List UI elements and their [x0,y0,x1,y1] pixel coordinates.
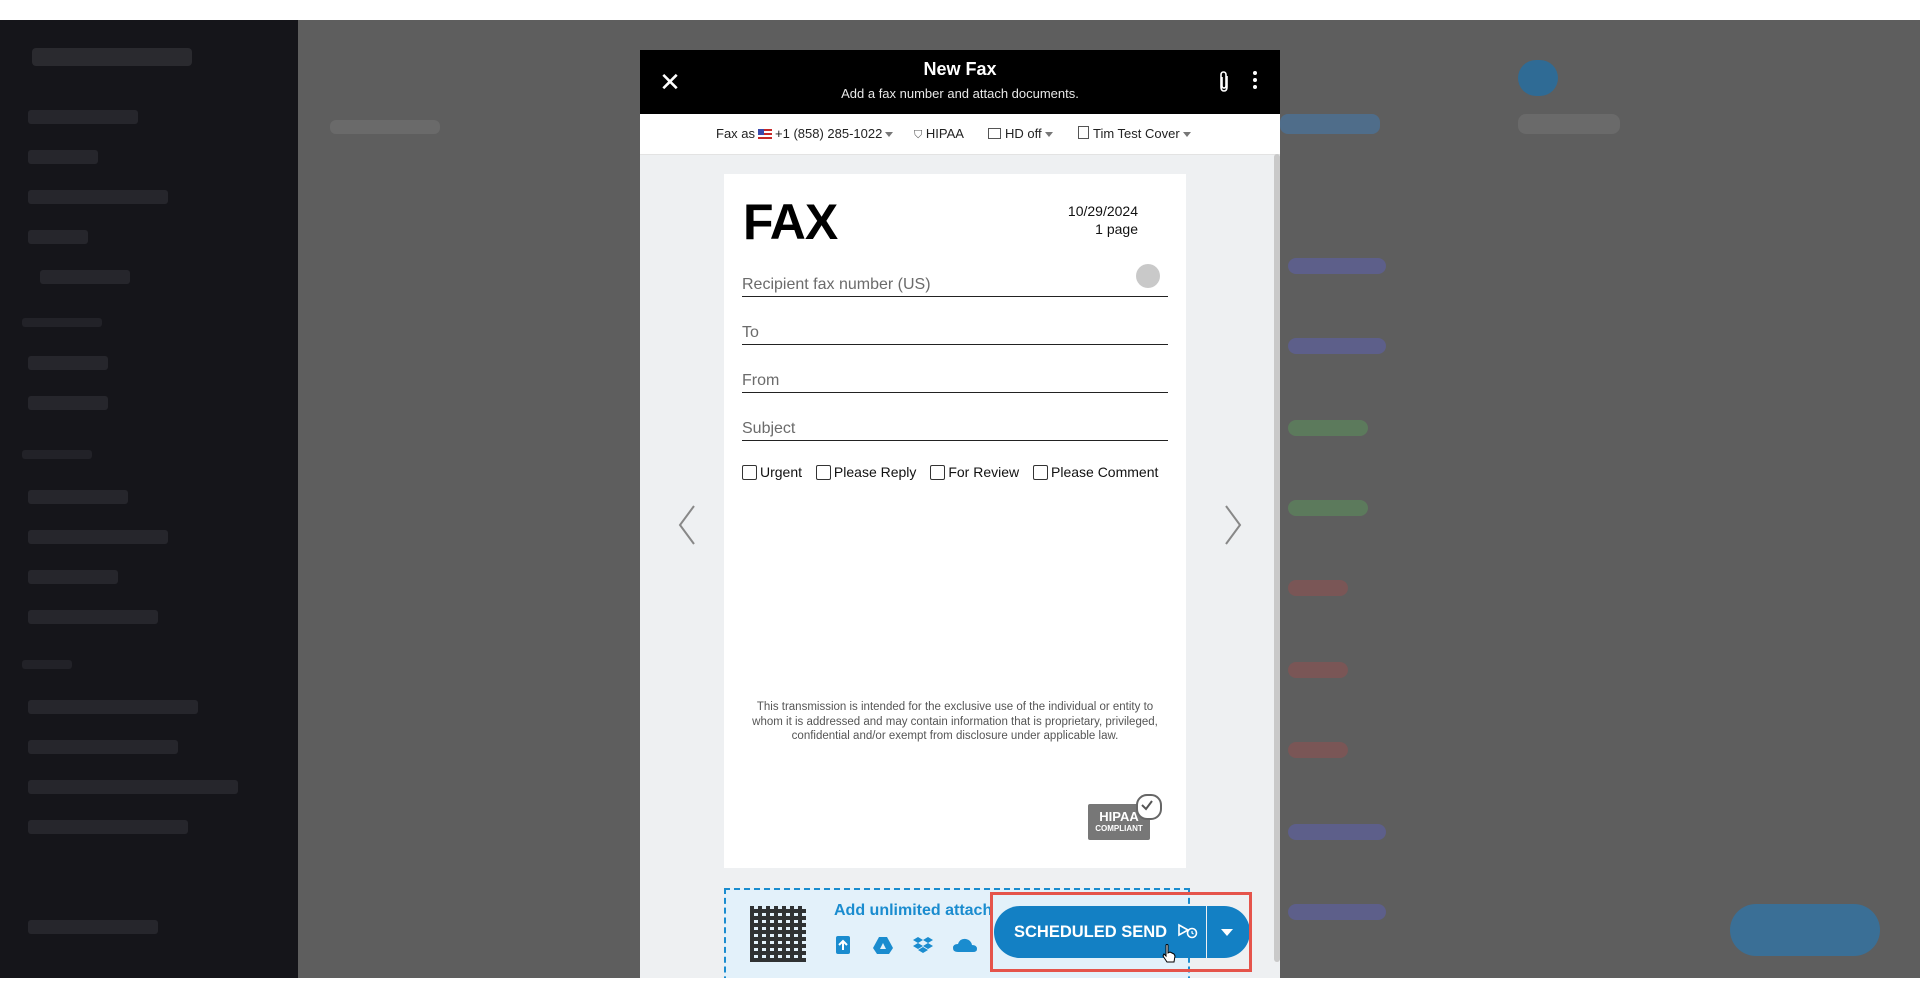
subject-field [742,414,1168,441]
urgent-checkbox[interactable]: Urgent [742,464,802,480]
new-fax-modal: ✕ New Fax Add a fax number and attach do… [640,50,1280,978]
shield-icon: ⛉ [914,129,923,141]
content-placeholder [1520,114,1620,134]
sidebar-logo [32,48,192,66]
sidebar-item [28,356,108,370]
content-placeholder [1288,580,1348,596]
dropbox-icon[interactable] [912,934,934,956]
content-placeholder [1288,904,1386,920]
content-placeholder [1288,258,1386,274]
hipaa-compliant-badge: HIPAA COMPLIANT [1088,794,1162,840]
attachment-label: Add unlimited attach [834,902,993,919]
hd-label: HD off [1005,126,1042,141]
hipaa-toggle[interactable]: ⛉ HIPAA [914,126,964,142]
content-placeholder [1288,662,1348,678]
confidentiality-disclaimer: This transmission is intended for the ex… [752,701,1158,742]
subject-input[interactable] [742,420,1142,438]
cover-checkboxes: Urgent Please Reply For Review Please Co… [742,464,1182,480]
sidebar-section [22,318,102,327]
from-input[interactable] [742,372,1142,390]
sidebar-item [28,820,188,834]
to-input[interactable] [742,324,1142,342]
avatar [1518,60,1558,96]
please-comment-checkbox[interactable]: Please Comment [1033,464,1158,480]
content-placeholder [1288,420,1368,436]
cover-page-icon [1078,126,1089,139]
please-reply-checkbox[interactable]: Please Reply [815,464,917,480]
sidebar-item [40,270,130,284]
cover-page-count: 1 page [1095,221,1138,237]
sidebar-item [28,190,168,204]
chevron-down-icon [1044,132,1053,138]
content-placeholder [1288,742,1348,758]
sidebar-item [28,610,158,624]
sidebar-item [28,780,238,794]
us-flag-icon [758,129,773,139]
chevron-down-icon [885,132,894,138]
fax-as-label: Fax as [716,126,756,141]
hipaa-label: HIPAA [925,126,964,141]
sidebar-item [28,740,178,754]
checkbox-box[interactable] [742,465,757,480]
sidebar-section [22,450,92,459]
fax-as-number: +1 (858) 285-1022 [775,126,883,141]
checkbox-box[interactable] [815,465,831,480]
qr-code-icon[interactable] [750,906,806,962]
fax-as-selector[interactable]: Fax as +1 (858) 285-1022 [716,126,894,141]
modal-scrollbar[interactable] [1274,154,1280,962]
modal-title: New Fax [923,59,997,79]
sidebar-item [28,150,98,164]
checkbox-label: Please Comment [1051,464,1159,480]
check-circle-icon [1136,794,1162,820]
sidebar [0,20,298,978]
content-placeholder [1280,114,1380,134]
sidebar-item [28,230,88,244]
onedrive-icon[interactable] [952,934,978,956]
checkbox-label: Urgent [760,464,803,480]
sidebar-item [28,396,108,410]
modal-subtitle: Add a fax number and attach documents. [841,86,1079,101]
fax-logo: FAX [743,194,838,250]
badge-line-2: COMPLIANT [1095,824,1143,833]
google-drive-icon[interactable] [872,934,894,956]
content-placeholder [1288,824,1386,840]
hd-icon [988,128,1001,139]
checkbox-label: Please Reply [833,464,917,480]
previous-page-arrow-icon[interactable] [672,500,702,550]
content-placeholder [1288,500,1368,516]
sidebar-section [22,660,72,669]
cover-date: 10/29/2024 [1067,203,1138,219]
sidebar-item [28,530,168,544]
contacts-icon[interactable] [1136,264,1160,288]
paperclip-icon[interactable] [1214,70,1234,94]
sidebar-item [28,110,138,124]
content-placeholder [1288,338,1386,354]
cover-page-selector[interactable]: Tim Test Cover [1078,126,1191,141]
checkbox-box[interactable] [930,465,946,480]
hd-selector[interactable]: HD off [988,126,1053,141]
checkbox-label: For Review [948,464,1020,480]
to-field [742,318,1168,345]
fab-dimmed [1730,904,1880,956]
recipient-fax-field [742,264,1168,297]
sidebar-item [28,570,118,584]
sidebar-item [28,700,198,714]
from-field [742,366,1168,393]
upload-icon[interactable] [832,934,854,956]
fax-options-toolbar: Fax as +1 (858) 285-1022 ⛉ HIPAA HD off T… [640,114,1280,155]
cover-page-label: Tim Test Cover [1093,126,1180,141]
sidebar-item [28,920,158,934]
content-placeholder [330,120,440,134]
fax-cover-page: FAX 10/29/2024 1 page Urgent Please Repl… [724,174,1186,868]
hand-cursor-icon [1162,944,1176,963]
chevron-down-icon [1182,132,1191,138]
recipient-fax-input[interactable] [742,276,1142,294]
next-page-arrow-icon[interactable] [1218,500,1248,550]
more-options-icon[interactable] [1248,68,1262,96]
sidebar-item [28,490,128,504]
checkbox-box[interactable] [1033,465,1048,480]
highlight-box [990,892,1252,972]
modal-header: ✕ New Fax Add a fax number and attach do… [640,50,1280,114]
for-review-checkbox[interactable]: For Review [930,464,1019,480]
